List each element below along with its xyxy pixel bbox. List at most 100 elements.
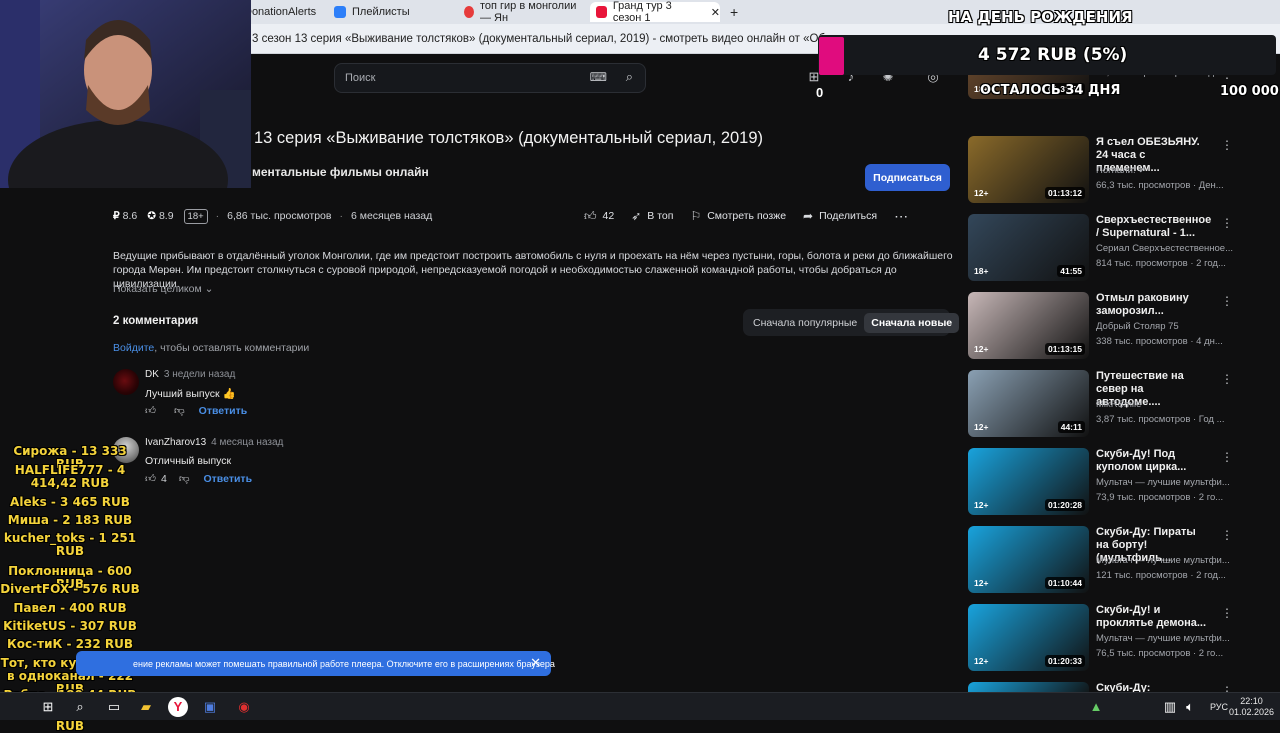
obs-icon[interactable]: ◉ bbox=[234, 697, 254, 717]
rating-kinopoisk: 8.6 bbox=[122, 210, 138, 222]
kinopoisk-icon: ₽ bbox=[113, 210, 123, 222]
channel-name[interactable]: ментальные фильмы онлайн bbox=[252, 165, 429, 179]
thumb-up-icon[interactable]: 👍︎ bbox=[145, 472, 156, 485]
yandex-browser-icon[interactable]: Y bbox=[168, 697, 188, 717]
recommendation-item[interactable]: 18+ 41:55 Сверхъестественное / Supernatura… bbox=[968, 214, 1273, 282]
recommendation-channel[interactable]: MikRSmile bbox=[1096, 399, 1236, 410]
recommendation-item[interactable]: 12+ 01:10:44 Скуби-Ду: Пираты на борту! (м… bbox=[968, 526, 1273, 594]
comment-author[interactable]: IvanZharov13 bbox=[145, 437, 206, 448]
video-thumbnail[interactable]: 18+ 41:55 bbox=[968, 214, 1089, 281]
search-icon[interactable]: ⌕ bbox=[626, 69, 633, 85]
duration-badge: 01:20:33 bbox=[1044, 655, 1085, 667]
recommendation-item[interactable]: 12+ 01:13:12 Я съел ОБЕЗЬЯНУ. 24 часа с пл… bbox=[968, 136, 1273, 204]
recommendation-title[interactable]: Скуби-Ду! Под куполом цирка... bbox=[1096, 448, 1211, 474]
video-description: Ведущие прибывают в отдалённый уголок Мо… bbox=[113, 250, 953, 290]
recommendation-channel[interactable]: Мультач — лучшие мультфи... bbox=[1096, 477, 1236, 488]
video-thumbnail[interactable]: 12+ 44:11 bbox=[968, 370, 1089, 437]
thumb-up-icon[interactable]: 👍︎ bbox=[145, 404, 156, 417]
new-tab-button[interactable]: + bbox=[724, 2, 744, 22]
comment-text: Лучший выпуск 👍 bbox=[145, 388, 236, 400]
close-icon[interactable]: ✕ bbox=[530, 655, 541, 671]
search-input[interactable]: Поиск ⌨ ⌕ bbox=[334, 63, 646, 93]
more-options-icon[interactable]: ⋯ bbox=[894, 208, 908, 225]
video-thumbnail[interactable]: 12+ 01:13:12 bbox=[968, 136, 1089, 203]
login-link[interactable]: Войдите bbox=[113, 342, 154, 354]
more-options-icon[interactable]: ⋮ bbox=[1221, 216, 1233, 230]
donor-entry: Кос-тиК - 232 RUB bbox=[6, 637, 133, 651]
video-thumbnail[interactable]: 12+ 01:10:44 bbox=[968, 526, 1089, 593]
tab-donationalerts[interactable]: DonationAlerts bbox=[238, 2, 328, 22]
more-options-icon[interactable]: ⋮ bbox=[1221, 528, 1233, 542]
recommendation-channel[interactable]: Погнали! ✔ bbox=[1096, 165, 1236, 176]
comment-time: 4 месяца назад bbox=[211, 437, 284, 448]
more-options-icon[interactable]: ⋮ bbox=[1221, 606, 1233, 620]
reply-button[interactable]: Ответить bbox=[204, 473, 253, 485]
recommendation-item[interactable]: 12+ 44:11 Путешествие на север на автодоме… bbox=[968, 370, 1273, 438]
comment-author[interactable]: DK bbox=[145, 369, 159, 380]
recommendation-views: 76,5 тыс. просмотров · 2 го... bbox=[1096, 648, 1224, 659]
webcam-image bbox=[0, 0, 251, 188]
recommendation-item[interactable]: 12+ 01:20:28 Скуби-Ду! Под куполом цирка..… bbox=[968, 448, 1273, 516]
more-options-icon[interactable]: ⋮ bbox=[1221, 372, 1233, 386]
recommendation-channel[interactable]: Мультач — лучшие мультфи... bbox=[1096, 555, 1236, 566]
network-icon[interactable]: ▥ bbox=[1160, 697, 1180, 717]
comment-text: Отличный выпуск bbox=[145, 455, 232, 467]
comment-item: IvanZharov13 4 месяца назад Отличный выпу… bbox=[113, 437, 363, 489]
keyboard-icon[interactable]: ⌨ bbox=[590, 70, 607, 84]
video-thumbnail[interactable]: 12+ 01:20:33 bbox=[968, 604, 1089, 671]
share-icon: ➦ bbox=[803, 209, 814, 223]
more-options-icon[interactable]: ⋮ bbox=[1221, 450, 1233, 464]
close-tab-icon[interactable]: ✕ bbox=[711, 6, 720, 19]
tab-playlists[interactable]: Плейлисты bbox=[328, 2, 456, 22]
thumb-down-icon[interactable]: 👎︎ bbox=[179, 472, 190, 485]
more-options-icon[interactable]: ⋮ bbox=[1221, 138, 1233, 152]
recommendation-title[interactable]: Скуби-Ду! и проклятье демона... bbox=[1096, 604, 1211, 630]
tab-search[interactable]: топ гир в монголии — Ян bbox=[458, 0, 586, 24]
volume-icon[interactable]: 🔈︎ bbox=[1180, 697, 1200, 717]
recommendation-channel[interactable]: Сериал Сверхъестественное... bbox=[1096, 243, 1236, 254]
tray-icon[interactable]: ▲ bbox=[1086, 697, 1106, 717]
app-icon[interactable]: ▣ bbox=[200, 697, 220, 717]
task-view-icon[interactable]: ▭ bbox=[104, 697, 124, 717]
recommendation-views: 814 тыс. просмотров · 2 год... bbox=[1096, 258, 1226, 269]
recommendation-item[interactable]: 12+ 01:20:33 Скуби-Ду! и проклятье демона.… bbox=[968, 604, 1273, 672]
video-thumbnail[interactable]: 12+ 01:20:28 bbox=[968, 448, 1089, 515]
age-badge: 12+ bbox=[974, 188, 989, 198]
like-button[interactable]: 👍︎ 42 bbox=[584, 209, 614, 224]
top-button[interactable]: ➶ В топ bbox=[631, 209, 673, 223]
recommendation-views: 66,3 тыс. просмотров · Ден... bbox=[1096, 180, 1224, 191]
video-thumbnail[interactable]: 12+ 01:13:15 bbox=[968, 292, 1089, 359]
comment-count: 2 комментария bbox=[113, 315, 199, 327]
age-badge: 18+ bbox=[974, 266, 989, 276]
folder-icon[interactable]: ▰ bbox=[136, 697, 156, 717]
recommendation-title[interactable]: Сверхъестественное / Supernatural - 1... bbox=[1096, 214, 1211, 240]
recommendation-title[interactable]: Отмыл раковину заморозил... bbox=[1096, 292, 1211, 318]
reply-button[interactable]: Ответить bbox=[199, 405, 248, 417]
avatar[interactable] bbox=[113, 369, 139, 395]
donor-entry: kucher_toks - 1 251 RUB bbox=[3, 531, 137, 558]
windows-taskbar: ⊞ ⌕ ▭ ▰ Y ▣ ◉ ▲ ▥ 🔈︎ РУС 22:10 01.02.2026 bbox=[0, 692, 1280, 720]
tab-grand-tour[interactable]: Гранд тур 3 сезон 1 ✕ bbox=[590, 0, 720, 24]
sort-popular-button[interactable]: Сначала популярные bbox=[746, 313, 864, 333]
recommendation-channel[interactable]: Мультач — лучшие мультфи... bbox=[1096, 633, 1236, 644]
sort-new-button[interactable]: Сначала новые bbox=[864, 312, 960, 333]
donor-entry: HALFLIFE777 - 4 414,42 RUB bbox=[14, 463, 126, 490]
subscribe-button[interactable]: Подписаться bbox=[865, 164, 950, 191]
thumb-down-icon[interactable]: 👎︎ bbox=[174, 404, 185, 417]
goal-progress-fill bbox=[819, 37, 844, 75]
vk-icon bbox=[334, 6, 346, 18]
watch-later-button[interactable]: ⚐ Смотреть позже bbox=[690, 209, 786, 223]
video-title: 13 серия «Выживание толстяков» (документ… bbox=[254, 129, 764, 147]
recommendation-item[interactable]: 12+ 01:13:15 Отмыл раковину заморозил... До… bbox=[968, 292, 1273, 360]
recommendation-channel[interactable]: Добрый Столяр 75 bbox=[1096, 321, 1236, 332]
language-indicator[interactable]: РУС bbox=[1210, 702, 1228, 712]
comment-time: 3 недели назад bbox=[163, 369, 236, 380]
windows-start-icon[interactable]: ⊞ bbox=[38, 697, 58, 717]
duration-badge: 01:13:15 bbox=[1044, 343, 1085, 355]
show-more-link[interactable]: Показать целиком ⌄ bbox=[113, 283, 213, 295]
clock[interactable]: 22:10 01.02.2026 bbox=[1229, 696, 1274, 718]
share-button[interactable]: ➦ Поделиться bbox=[803, 209, 877, 223]
view-count: 6,86 тыс. просмотров bbox=[227, 210, 332, 222]
more-options-icon[interactable]: ⋮ bbox=[1221, 294, 1233, 308]
search-icon[interactable]: ⌕ bbox=[70, 697, 90, 717]
